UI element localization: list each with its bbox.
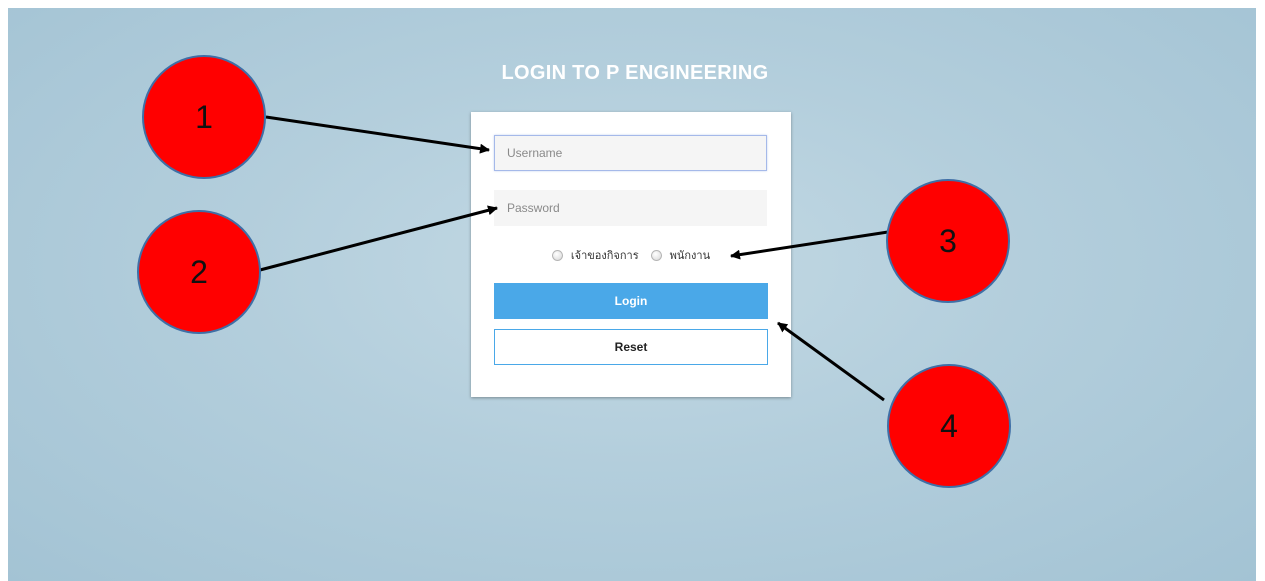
annotation-marker-4: 4: [887, 364, 1011, 488]
role-option-owner[interactable]: เจ้าของกิจการ: [551, 246, 639, 264]
page-title: LOGIN TO P ENGINEERING: [501, 62, 769, 84]
username-input[interactable]: [494, 135, 767, 171]
password-input[interactable]: [494, 190, 767, 226]
login-panel: เจ้าของกิจการ พนักงาน Login Reset: [471, 112, 791, 397]
role-radio-group: เจ้าของกิจการ พนักงาน: [471, 244, 791, 266]
radio-button-icon[interactable]: [650, 249, 662, 261]
annotation-marker-2: 2: [137, 210, 261, 334]
annotation-marker-1: 1: [142, 55, 266, 179]
reset-button[interactable]: Reset: [494, 329, 768, 365]
role-label-employee: พนักงาน: [669, 249, 711, 262]
login-button[interactable]: Login: [494, 283, 768, 319]
role-option-employee[interactable]: พนักงาน: [650, 246, 711, 264]
screenshot-canvas: LOGIN TO P ENGINEERING เจ้าของกิจการ พนั…: [0, 0, 1265, 581]
annotation-marker-3: 3: [886, 179, 1010, 303]
role-label-owner: เจ้าของกิจการ: [570, 249, 639, 262]
radio-button-icon[interactable]: [551, 249, 563, 261]
